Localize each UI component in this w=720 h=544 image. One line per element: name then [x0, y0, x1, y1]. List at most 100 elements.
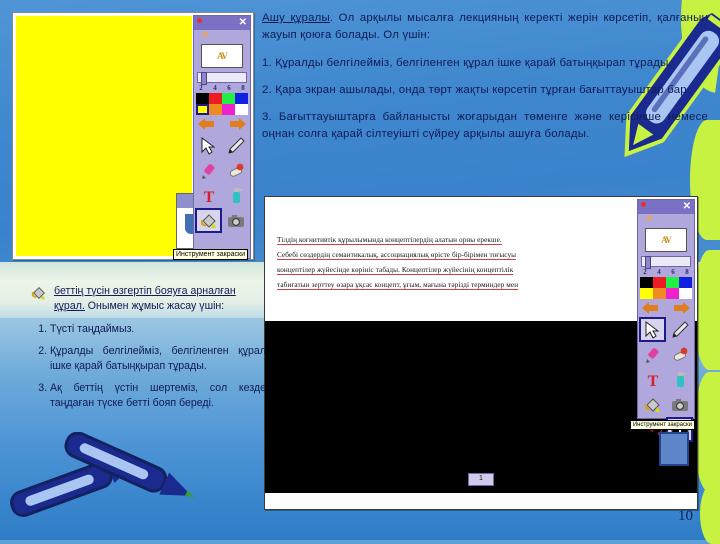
- arrow-left-icon[interactable]: [642, 302, 662, 315]
- color-swatch-green[interactable]: [222, 93, 235, 104]
- thickness-4[interactable]: 4: [213, 84, 217, 92]
- color-swatch-orange[interactable]: [209, 104, 222, 115]
- star-icon: ✶: [645, 213, 655, 225]
- right-instruction-block: Ашу құралы. Ол арқылы мысалға лекцияның …: [262, 10, 708, 153]
- left-step-2: Құралды белгілейміз, белгіленген құрал і…: [50, 344, 266, 374]
- text-icon[interactable]: T: [195, 183, 222, 208]
- color-swatch-yellow[interactable]: [640, 288, 653, 299]
- thickness-numbers: 2 4 6 8: [638, 268, 694, 276]
- pen-icon[interactable]: [222, 133, 249, 158]
- record-dot-icon: [641, 202, 646, 207]
- eraser-icon[interactable]: [666, 342, 693, 367]
- svg-text:T: T: [647, 373, 658, 389]
- highlighter-icon[interactable]: [639, 342, 666, 367]
- arrow-left-icon[interactable]: [198, 118, 218, 131]
- screenshot-paint-canvas[interactable]: ✕ ✶ AV 2 4 6 8 T Инструмент закраски: [12, 12, 254, 260]
- document-line-4: табиғатын зерттеу өзара ұқсас концепт, ұ…: [277, 281, 519, 290]
- color-swatch-magenta[interactable]: [666, 288, 679, 299]
- color-swatch-magenta[interactable]: [222, 104, 235, 115]
- left-instruction-block: беттің түсін өзгертіп бояуға арналған құ…: [26, 284, 266, 418]
- intro-lead: Ашу құралы: [262, 12, 330, 24]
- highlighter-icon[interactable]: [195, 158, 222, 183]
- left-step-3: Ақ беттің үстін шертеміз, сол кезде таңд…: [50, 381, 266, 411]
- color-swatch-white[interactable]: [679, 288, 692, 299]
- left-heading-rest: Онымен жұмыс жасау үшін:: [87, 300, 225, 312]
- color-palette[interactable]: [640, 277, 692, 299]
- tool-tooltip: Инструмент закраски: [629, 420, 695, 430]
- left-heading: беттің түсін өзгертіп бояуға арналған құ…: [26, 284, 266, 314]
- tool-grid[interactable]: T: [195, 133, 249, 233]
- color-swatch-white[interactable]: [235, 104, 248, 115]
- pointer-icon[interactable]: [195, 133, 222, 158]
- leaf-decoration-icon: [700, 484, 720, 544]
- color-palette[interactable]: [196, 93, 248, 115]
- thickness-2[interactable]: 2: [643, 268, 647, 276]
- color-swatch-black[interactable]: [196, 93, 209, 104]
- thickness-4[interactable]: 4: [657, 268, 661, 276]
- page-number: 10: [678, 508, 693, 524]
- color-swatch-black[interactable]: [640, 277, 653, 288]
- slider-handle[interactable]: [645, 256, 651, 269]
- thickness-6[interactable]: 6: [227, 84, 231, 92]
- record-dot-icon: [197, 18, 202, 23]
- color-swatch-yellow[interactable]: [196, 104, 209, 115]
- document-line-3: концептілер жүйесінде көрініс табады. Ко…: [277, 266, 514, 275]
- page-badge[interactable]: 1: [468, 473, 494, 486]
- pencil-decoration-icon: [64, 432, 196, 498]
- paragraph-step-2: 2. Қара экран ашылады, онда төрт жақты к…: [262, 84, 691, 96]
- thickness-numbers: 2 4 6 8: [194, 84, 250, 92]
- color-swatch-red[interactable]: [209, 93, 222, 104]
- thumbnail-label: AV: [661, 235, 672, 245]
- document-line-1: Тілдің когнитивтік құрылымында концептіл…: [277, 236, 502, 245]
- floating-toolbar[interactable]: ✕ ✶ AV 2 4 6 8 T: [637, 199, 695, 442]
- color-swatch-blue[interactable]: [235, 93, 248, 104]
- color-swatch-red[interactable]: [653, 277, 666, 288]
- left-step-1: Түсті таңдаймыз.: [50, 322, 266, 337]
- paragraph-step-1: 1. Құралды белгілейміз, белгіленген құра…: [262, 57, 672, 69]
- star-icon: ✶: [201, 29, 211, 41]
- fill-bucket-icon[interactable]: [639, 392, 666, 417]
- slider-handle[interactable]: [201, 72, 207, 85]
- thickness-8[interactable]: 8: [685, 268, 689, 276]
- floating-toolbar[interactable]: ✕ ✶ AV 2 4 6 8 T: [193, 15, 251, 259]
- slide-thumbnail-button[interactable]: AV: [201, 44, 243, 68]
- thickness-6[interactable]: 6: [671, 268, 675, 276]
- svg-text:T: T: [203, 189, 214, 205]
- black-reveal-overlay[interactable]: 1: [265, 321, 697, 493]
- paint-canvas-area[interactable]: [16, 16, 192, 256]
- navigation-arrows[interactable]: [194, 118, 250, 131]
- intro-rest: . Ол арқылы мысалға лекцияның керекті же…: [262, 12, 709, 41]
- paragraph-intro: Ашу құралы. Ол арқылы мысалға лекцияның …: [262, 10, 708, 44]
- pen-icon[interactable]: [666, 317, 693, 342]
- thickness-slider[interactable]: [197, 72, 247, 85]
- thumbnail-label: AV: [217, 51, 228, 61]
- pointer-icon[interactable]: [639, 317, 666, 342]
- spray-icon[interactable]: [222, 183, 249, 208]
- screenshot-document-reveal[interactable]: Тілдің когнитивтік құрылымында концептіл…: [264, 196, 698, 510]
- document-line-2: Себебі сөздердің семантикалық, ассоциаци…: [277, 251, 517, 260]
- arrow-right-icon[interactable]: [670, 302, 690, 315]
- slide-thumbnail-button[interactable]: AV: [645, 228, 687, 252]
- camera-icon[interactable]: [222, 208, 249, 233]
- color-swatch-blue[interactable]: [679, 277, 692, 288]
- fill-bucket-icon: [31, 287, 46, 300]
- paragraph-step-3: 3. Бағыттауыштарға байланысты жоғарыдан …: [262, 111, 708, 140]
- trash-can-icon[interactable]: [659, 432, 689, 466]
- eraser-icon[interactable]: [222, 158, 249, 183]
- navigation-arrows[interactable]: [638, 302, 694, 315]
- thickness-2[interactable]: 2: [199, 84, 203, 92]
- color-swatch-orange[interactable]: [653, 288, 666, 299]
- close-icon[interactable]: ✕: [239, 16, 247, 29]
- document-page[interactable]: Тілдің когнитивтік құрылымында концептіл…: [265, 197, 655, 317]
- close-icon[interactable]: ✕: [683, 200, 691, 213]
- arrow-right-icon[interactable]: [226, 118, 246, 131]
- color-swatch-green[interactable]: [666, 277, 679, 288]
- spray-icon[interactable]: [666, 367, 693, 392]
- toolbar-titlebar: ✕: [638, 200, 694, 214]
- fill-bucket-icon[interactable]: [195, 208, 222, 233]
- camera-icon[interactable]: [666, 392, 693, 417]
- left-steps-list: Түсті таңдаймыз. Құралды белгілейміз, бе…: [26, 322, 266, 411]
- thickness-slider[interactable]: [641, 256, 691, 269]
- text-icon[interactable]: T: [639, 367, 666, 392]
- thickness-8[interactable]: 8: [241, 84, 245, 92]
